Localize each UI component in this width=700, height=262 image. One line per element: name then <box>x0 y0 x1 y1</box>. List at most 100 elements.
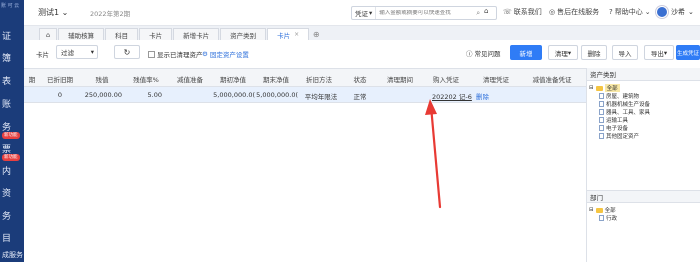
close-icon[interactable]: × <box>294 31 299 38</box>
help-icon: ? <box>609 8 613 16</box>
fixed-asset-settings-link[interactable]: ⚙ 固定资产设置 <box>202 49 249 59</box>
sidebar-logo: 账 可 云 <box>1 3 20 9</box>
sidebar-item[interactable]: 资 <box>2 186 11 199</box>
table-cell: 5,000,000.0( <box>213 91 255 99</box>
tree-node[interactable]: 运输工具 <box>589 116 698 124</box>
chevron-down-icon: ▾ <box>369 9 373 17</box>
chevron-down-icon: ▾ <box>663 48 668 57</box>
help-center-label: 帮助中心 <box>614 8 643 16</box>
column-header: 已折旧期 <box>47 76 73 84</box>
avatar <box>656 6 668 18</box>
tab-cards-active[interactable]: 卡片 × <box>267 28 310 40</box>
user-name: 沙希 <box>671 8 685 16</box>
asset-card-table: 期 已折旧期 残值 残值率% 减值准备 期初净值 期末净值 折旧方法 状态 清理… <box>24 68 586 262</box>
toolbar: 卡片 过滤 ▾ ↻ 显示已清理资产 ⚙ 固定资产设置 ⓘ 常见问题 新增 清理 ▾ 删除… <box>24 40 700 66</box>
tree-node-label: 其他固定资产 <box>606 134 640 140</box>
settings-icon: ⚙ <box>202 50 208 58</box>
sidebar-item[interactable]: 簿 <box>2 51 11 64</box>
tab-cards[interactable]: 卡片 <box>139 28 173 40</box>
search-type-select[interactable]: 凭证 ▾ <box>352 7 377 19</box>
department-section: 部门 ⊟ 全部 行政 <box>587 190 700 225</box>
import-button[interactable]: 导入 <box>612 45 638 60</box>
contact-us-button[interactable]: ☏ 联系我们 <box>503 7 542 17</box>
collapse-icon: ⊟ <box>589 85 594 91</box>
sidebar-item[interactable]: 证 <box>2 29 11 42</box>
filter-select[interactable]: 过滤 ▾ <box>56 45 98 59</box>
search-input[interactable] <box>376 10 477 16</box>
help-center-button[interactable]: ? 帮助中心 ⌄ <box>609 7 651 17</box>
add-tab-icon[interactable]: ⊕ <box>310 28 322 40</box>
tab-asset-category[interactable]: 资产类别 <box>220 28 267 40</box>
export-button[interactable]: 导出 ▾ <box>644 45 674 60</box>
tree-node-root[interactable]: ⊟ 全部 <box>589 84 698 92</box>
department-title: 部门 <box>587 190 700 203</box>
column-header: 期初净值 <box>220 76 246 84</box>
document-icon <box>599 215 604 221</box>
sidebar-item[interactable]: 表 <box>2 74 11 87</box>
sidebar-item[interactable]: 内 <box>2 164 11 177</box>
sidebar-item[interactable]: 务 <box>2 209 11 222</box>
search-type-value: 凭证 <box>355 10 368 18</box>
table-cell: 5.00 <box>147 91 162 99</box>
chevron-down-icon: ▾ <box>567 48 572 57</box>
tree-node-root[interactable]: ⊟ 全部 <box>589 206 699 214</box>
tree-node[interactable]: 器具、工具、家具 <box>589 108 698 116</box>
asset-category-title: 资产类别 <box>587 68 700 81</box>
generate-voucher-button[interactable]: 生成凭证 <box>676 45 700 60</box>
after-sales-service-button[interactable]: ◎ 售后在线服务 <box>549 7 599 17</box>
table-row[interactable]: 0 250,000.00 5.00 5,000,000.0( 5,000,000… <box>24 87 586 103</box>
tree-node[interactable]: 机器机械生产设备 <box>589 100 698 108</box>
tab-label: 新增卡片 <box>183 31 210 40</box>
tree-node-label: 行政 <box>606 216 618 222</box>
tree-node[interactable]: 行政 <box>589 214 699 222</box>
column-header: 期 <box>28 76 36 84</box>
chevron-down-icon: ⌄ <box>688 8 694 16</box>
period-label: 卡片 <box>36 51 49 59</box>
tab-aux-accounting[interactable]: 辅助核算 <box>58 28 105 40</box>
show-cleared-checkbox[interactable]: 显示已清理资产 <box>148 49 203 59</box>
delete-voucher-link[interactable]: 删除 <box>476 91 496 101</box>
search-box: 凭证▾ ⌕ <box>351 6 497 20</box>
main-panel: 卡片 过滤 ▾ ↻ 显示已清理资产 ⚙ 固定资产设置 ⓘ 常见问题 新增 清理 ▾ 删除… <box>24 40 700 262</box>
refresh-icon: ↻ <box>123 47 131 57</box>
filter-value: 过滤 <box>61 49 74 57</box>
tab-subjects[interactable]: 科目 <box>105 28 139 40</box>
column-header: 清理凭证 <box>483 76 509 84</box>
user-menu[interactable]: 沙希 ⌄ <box>656 6 694 18</box>
tab-home[interactable]: ⌂ <box>39 28 58 40</box>
tab-new-card[interactable]: 新增卡片 <box>173 28 220 40</box>
sidebar-item[interactable]: 目 <box>2 231 11 244</box>
tree-node[interactable]: 房屋、建筑物 <box>589 92 698 100</box>
clear-button[interactable]: 清理 ▾ <box>548 45 578 60</box>
table-header: 期 已折旧期 残值 残值率% 减值准备 期初净值 期末净值 折旧方法 状态 清理… <box>24 69 586 87</box>
column-header: 折旧方法 <box>306 76 332 84</box>
delete-button[interactable]: 删除 <box>581 45 607 60</box>
search-icon[interactable]: ⌕ <box>476 9 480 18</box>
new-feature-badge: 新功能 <box>2 154 20 161</box>
refresh-button[interactable]: ↻ <box>114 45 140 59</box>
tab-label: 科目 <box>115 31 129 40</box>
faq-link[interactable]: ⓘ 常见问题 <box>466 48 501 58</box>
faq-label: 常见问题 <box>474 50 501 58</box>
chevron-down-icon: ▾ <box>90 48 94 56</box>
folder-icon <box>595 85 603 91</box>
tree-node-label: 运输工具 <box>606 118 629 124</box>
company-selector[interactable]: 测试1 ⌄ <box>38 7 68 18</box>
tree-node[interactable]: 电子设备 <box>589 124 698 132</box>
table-cell: 平均年限法 <box>304 93 338 101</box>
category-panel: 资产类别 ⊟ 全部 房屋、建筑物 机器机械生产设备 器具、工具、家具 运输工具 电… <box>586 68 700 262</box>
add-button[interactable]: 新增 <box>510 45 542 60</box>
purchase-voucher-link[interactable]: 202202 记-6 <box>432 91 472 101</box>
after-sales-label: 售后在线服务 <box>557 8 600 16</box>
home-icon[interactable]: ⌂ <box>484 7 488 15</box>
tree-node[interactable]: 其他固定资产 <box>589 132 698 140</box>
column-header: 减值准备凭证 <box>532 76 572 84</box>
chevron-down-icon: ⌄ <box>644 8 651 16</box>
sidebar-item[interactable]: 账 <box>2 97 11 110</box>
column-header: 残值 <box>95 76 109 84</box>
sidebar-item[interactable]: 成服务 <box>2 250 23 260</box>
left-sidebar: 账 可 云 证 簿 表 账 务 新功能 票 新功能 内 资 务 目 成服务 <box>0 0 24 262</box>
checkbox <box>148 50 155 58</box>
table-cell: 250,000.00 <box>84 91 122 99</box>
column-header: 清理期间 <box>387 76 413 84</box>
